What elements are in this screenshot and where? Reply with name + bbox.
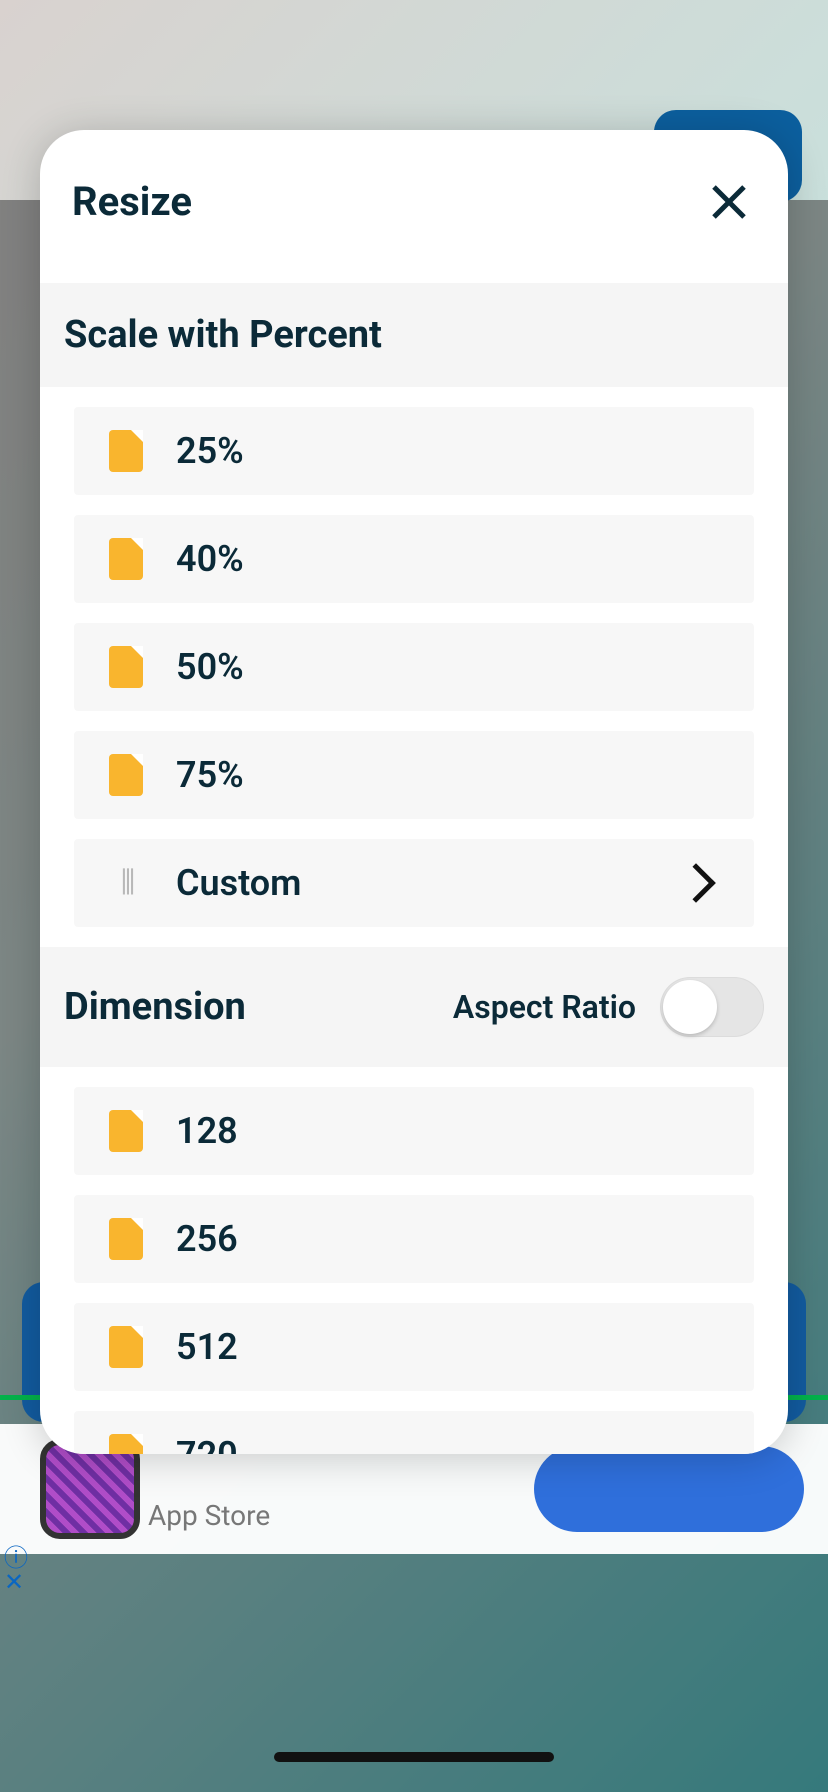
dimension-option-256[interactable]: 256 [74,1195,754,1283]
ad-app-icon [40,1439,140,1539]
dimension-option-720[interactable]: 720 [74,1411,754,1454]
scale-option-40[interactable]: 40% [74,515,754,603]
scale-option-label: 25% [176,430,722,472]
modal-title: Resize [72,178,192,225]
ad-cta-button[interactable] [534,1446,804,1532]
scale-option-custom[interactable]: ⦀ Custom [74,839,754,927]
sliders-icon: ⦀ [106,860,146,906]
dimension-option-label: 512 [176,1326,722,1368]
chevron-right-icon [676,863,716,903]
dimension-option-label: 128 [176,1110,722,1152]
scale-option-label: 40% [176,538,722,580]
scale-option-25[interactable]: 25% [74,407,754,495]
scale-option-50[interactable]: 50% [74,623,754,711]
scale-option-label: Custom [176,862,682,904]
file-icon [106,752,146,798]
scale-option-label: 50% [176,646,722,688]
file-icon [106,1108,146,1154]
dimension-options-container: 128 256 512 720 851 [40,1067,788,1454]
section-header-scale: Scale with Percent [40,283,788,387]
resize-modal: Resize Scale with Percent 25% 40% 50% [40,130,788,1454]
dimension-option-label: 256 [176,1218,722,1260]
file-icon [106,644,146,690]
dimension-option-512[interactable]: 512 [74,1303,754,1391]
scale-options-container: 25% 40% 50% 75% ⦀ Custom [40,387,788,947]
file-icon [106,428,146,474]
toggle-knob [663,980,717,1034]
scale-option-label: 75% [176,754,722,796]
file-icon [106,1324,146,1370]
file-icon [106,1216,146,1262]
section-title-scale: Scale with Percent [64,313,382,357]
section-title-dimension: Dimension [64,985,246,1029]
scale-option-75[interactable]: 75% [74,731,754,819]
aspect-ratio-toggle[interactable] [660,977,764,1037]
modal-header: Resize [40,130,788,283]
dimension-option-label: 720 [176,1434,722,1454]
file-icon [106,1432,146,1454]
section-header-dimension: Dimension Aspect Ratio [40,947,788,1067]
ad-info-close[interactable]: ⓘ✕ [4,1546,28,1594]
aspect-ratio-label: Aspect Ratio [453,988,636,1026]
close-button[interactable] [706,179,752,225]
ad-store-label: App Store [148,1499,270,1532]
file-icon [106,536,146,582]
home-indicator[interactable] [274,1752,554,1762]
close-icon [710,183,748,221]
dimension-option-128[interactable]: 128 [74,1087,754,1175]
modal-scroll-area[interactable]: Scale with Percent 25% 40% 50% 75% ⦀ Cus… [40,283,788,1454]
